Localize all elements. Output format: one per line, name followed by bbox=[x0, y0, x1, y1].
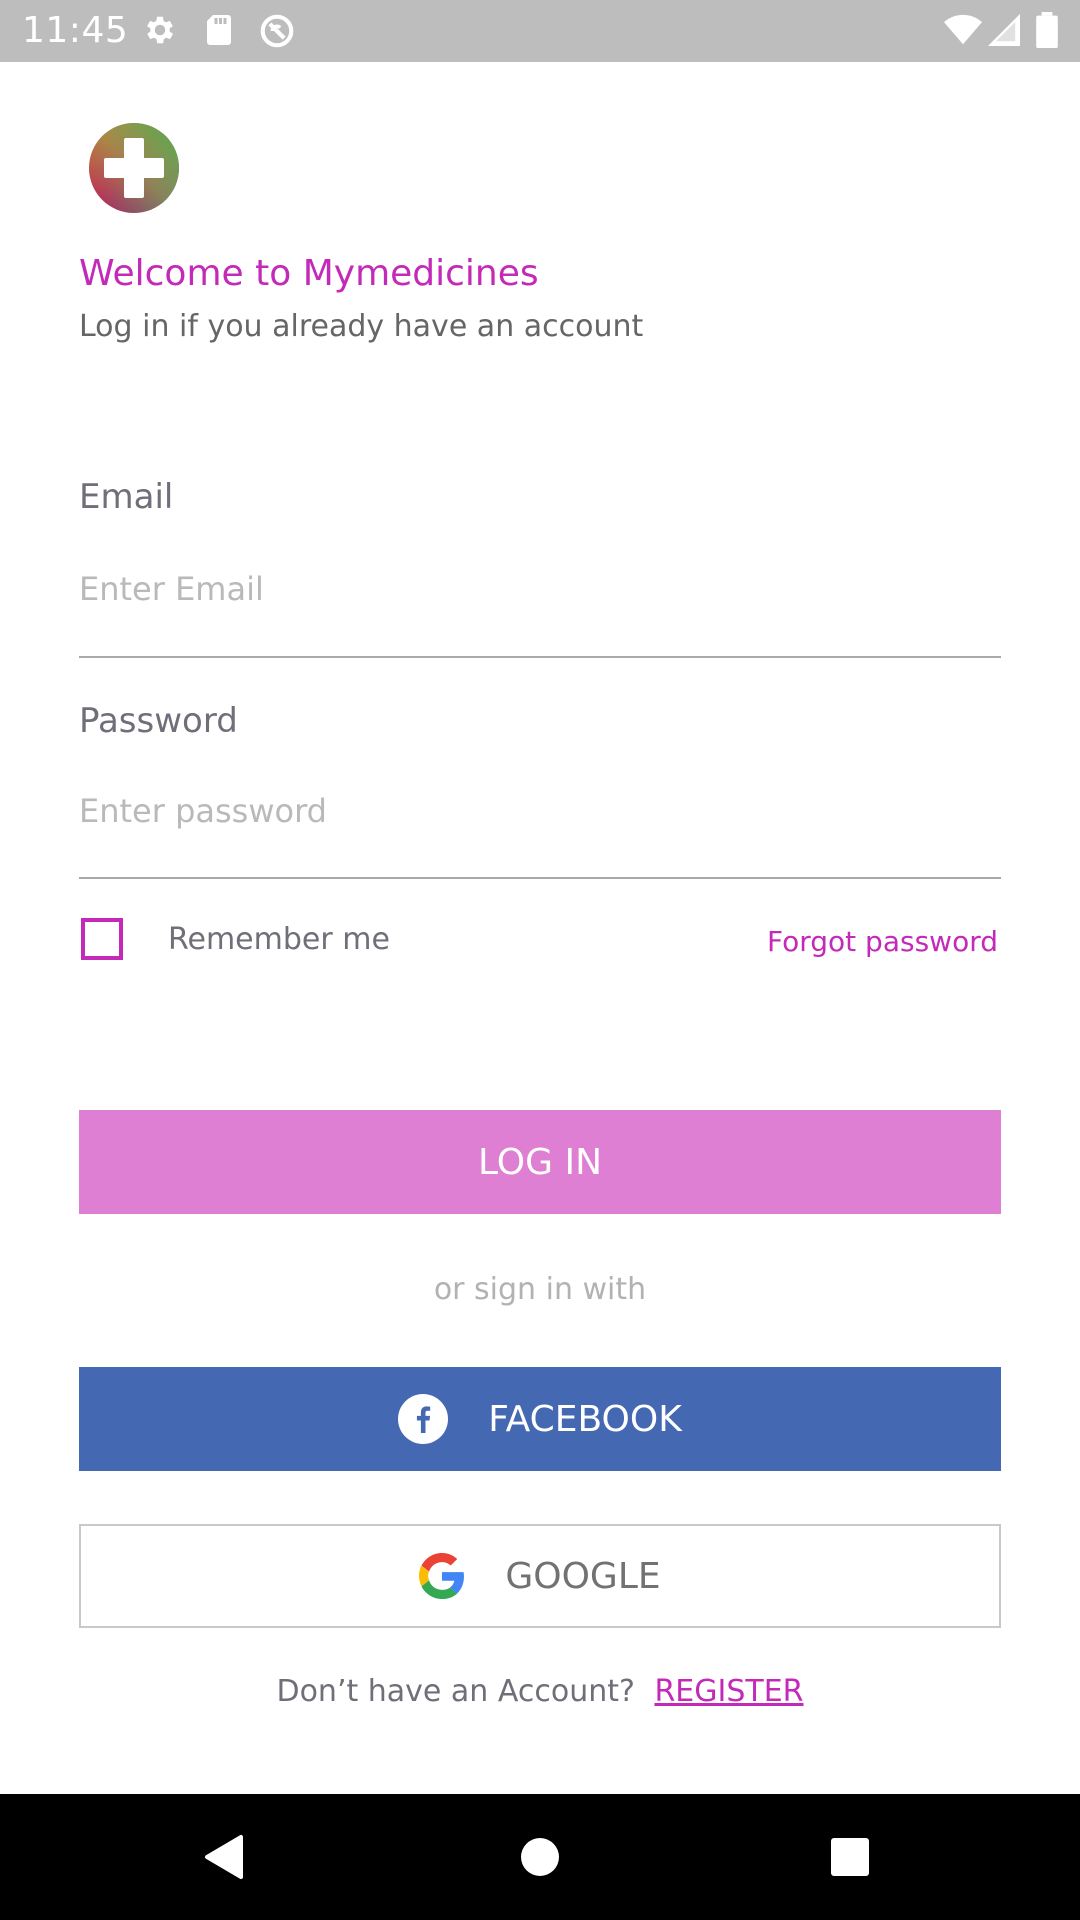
password-underline bbox=[79, 877, 1001, 879]
sd-card-icon bbox=[204, 12, 234, 52]
email-label: Email bbox=[79, 477, 174, 517]
forgot-password-link[interactable]: Forgot password bbox=[767, 922, 998, 962]
welcome-subtitle: Log in if you already have an account bbox=[79, 309, 644, 344]
or-sign-in-text: or sign in with bbox=[433, 1272, 647, 1307]
welcome-title: Welcome to Mymedicines bbox=[79, 253, 539, 294]
navigation-bar bbox=[0, 1794, 1080, 1920]
login-button-label: LOG IN bbox=[478, 1141, 602, 1183]
login-screen: 11:45 Welcome to Mymedicines Log in if y… bbox=[0, 0, 1080, 1920]
sync-blocked-icon bbox=[258, 12, 296, 54]
signal-icon bbox=[988, 14, 1020, 50]
back-icon[interactable] bbox=[145, 1794, 305, 1920]
google-icon bbox=[419, 1553, 465, 1599]
recents-icon[interactable] bbox=[770, 1794, 930, 1920]
register-row: Don’t have an Account? REGISTER bbox=[0, 1670, 1080, 1714]
status-bar: 11:45 bbox=[0, 0, 1080, 62]
login-button[interactable]: LOG IN bbox=[79, 1110, 1001, 1214]
facebook-icon bbox=[398, 1394, 449, 1444]
password-label: Password bbox=[79, 701, 238, 741]
password-input[interactable] bbox=[79, 780, 1001, 842]
register-link[interactable]: REGISTER bbox=[654, 1674, 803, 1709]
remember-me-checkbox[interactable] bbox=[81, 918, 123, 960]
google-button-label: GOOGLE bbox=[505, 1555, 661, 1597]
no-account-text: Don’t have an Account? bbox=[276, 1674, 635, 1709]
email-input[interactable] bbox=[79, 558, 1001, 620]
battery-icon bbox=[1036, 12, 1058, 52]
google-login-button[interactable]: GOOGLE bbox=[79, 1524, 1001, 1628]
status-time: 11:45 bbox=[22, 10, 129, 51]
app-logo bbox=[88, 122, 180, 214]
facebook-login-button[interactable]: FACEBOOK bbox=[79, 1367, 1001, 1471]
wifi-icon bbox=[944, 14, 982, 50]
facebook-button-label: FACEBOOK bbox=[488, 1398, 682, 1440]
settings-icon bbox=[142, 12, 178, 52]
home-icon[interactable] bbox=[460, 1794, 620, 1920]
email-underline bbox=[79, 656, 1001, 658]
remember-me-label[interactable]: Remember me bbox=[168, 918, 390, 962]
